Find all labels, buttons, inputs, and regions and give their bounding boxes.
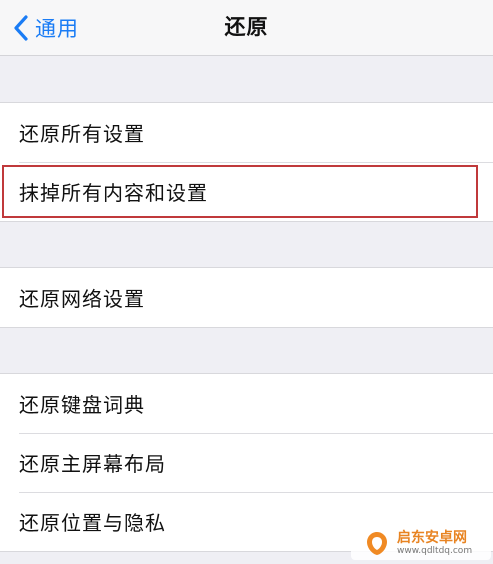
watermark-logo-icon	[363, 529, 391, 557]
back-button[interactable]: 通用	[8, 8, 79, 48]
reset-all-settings-item[interactable]: 还原所有设置	[0, 103, 493, 162]
reset-location-privacy-label: 还原位置与隐私	[19, 511, 166, 535]
watermark: 启东安卓网 www.qdltdq.com	[351, 526, 491, 560]
reset-network-settings-label: 还原网络设置	[19, 287, 145, 311]
reset-keyboard-dictionary-item[interactable]: 还原键盘词典	[0, 374, 493, 433]
reset-group-1: 还原所有设置 抹掉所有内容和设置	[0, 102, 493, 222]
chevron-left-icon	[8, 13, 34, 43]
erase-all-content-item[interactable]: 抹掉所有内容和设置	[0, 162, 493, 221]
reset-home-screen-layout-item[interactable]: 还原主屏幕布局	[0, 433, 493, 492]
watermark-url: www.qdltdq.com	[397, 545, 473, 556]
navigation-bar: 通用 还原	[0, 0, 493, 56]
reset-network-settings-item[interactable]: 还原网络设置	[0, 268, 493, 327]
erase-all-content-label: 抹掉所有内容和设置	[19, 181, 208, 205]
watermark-name: 启东安卓网	[397, 529, 467, 546]
reset-home-screen-layout-label: 还原主屏幕布局	[19, 452, 166, 476]
back-button-label: 通用	[35, 17, 79, 41]
reset-keyboard-dictionary-label: 还原键盘词典	[19, 393, 145, 417]
reset-group-2: 还原网络设置	[0, 267, 493, 328]
reset-all-settings-label: 还原所有设置	[19, 122, 145, 146]
